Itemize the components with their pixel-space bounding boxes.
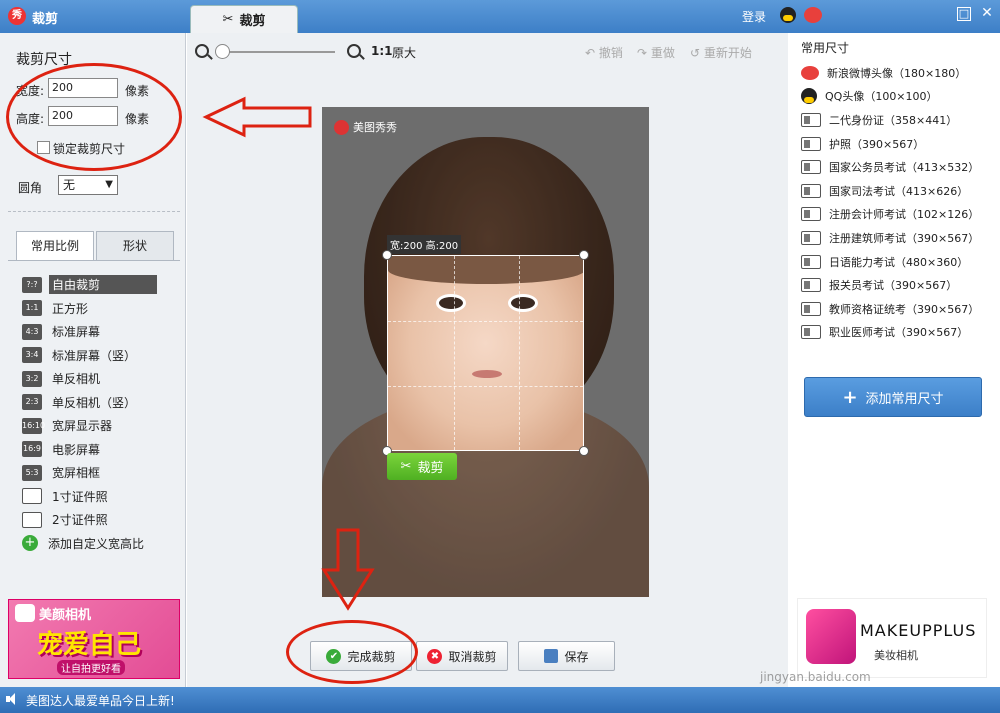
annotation-arrow-down [321, 528, 375, 611]
annotation-arrow-left [202, 96, 312, 138]
annotation-arrows [202, 96, 375, 611]
